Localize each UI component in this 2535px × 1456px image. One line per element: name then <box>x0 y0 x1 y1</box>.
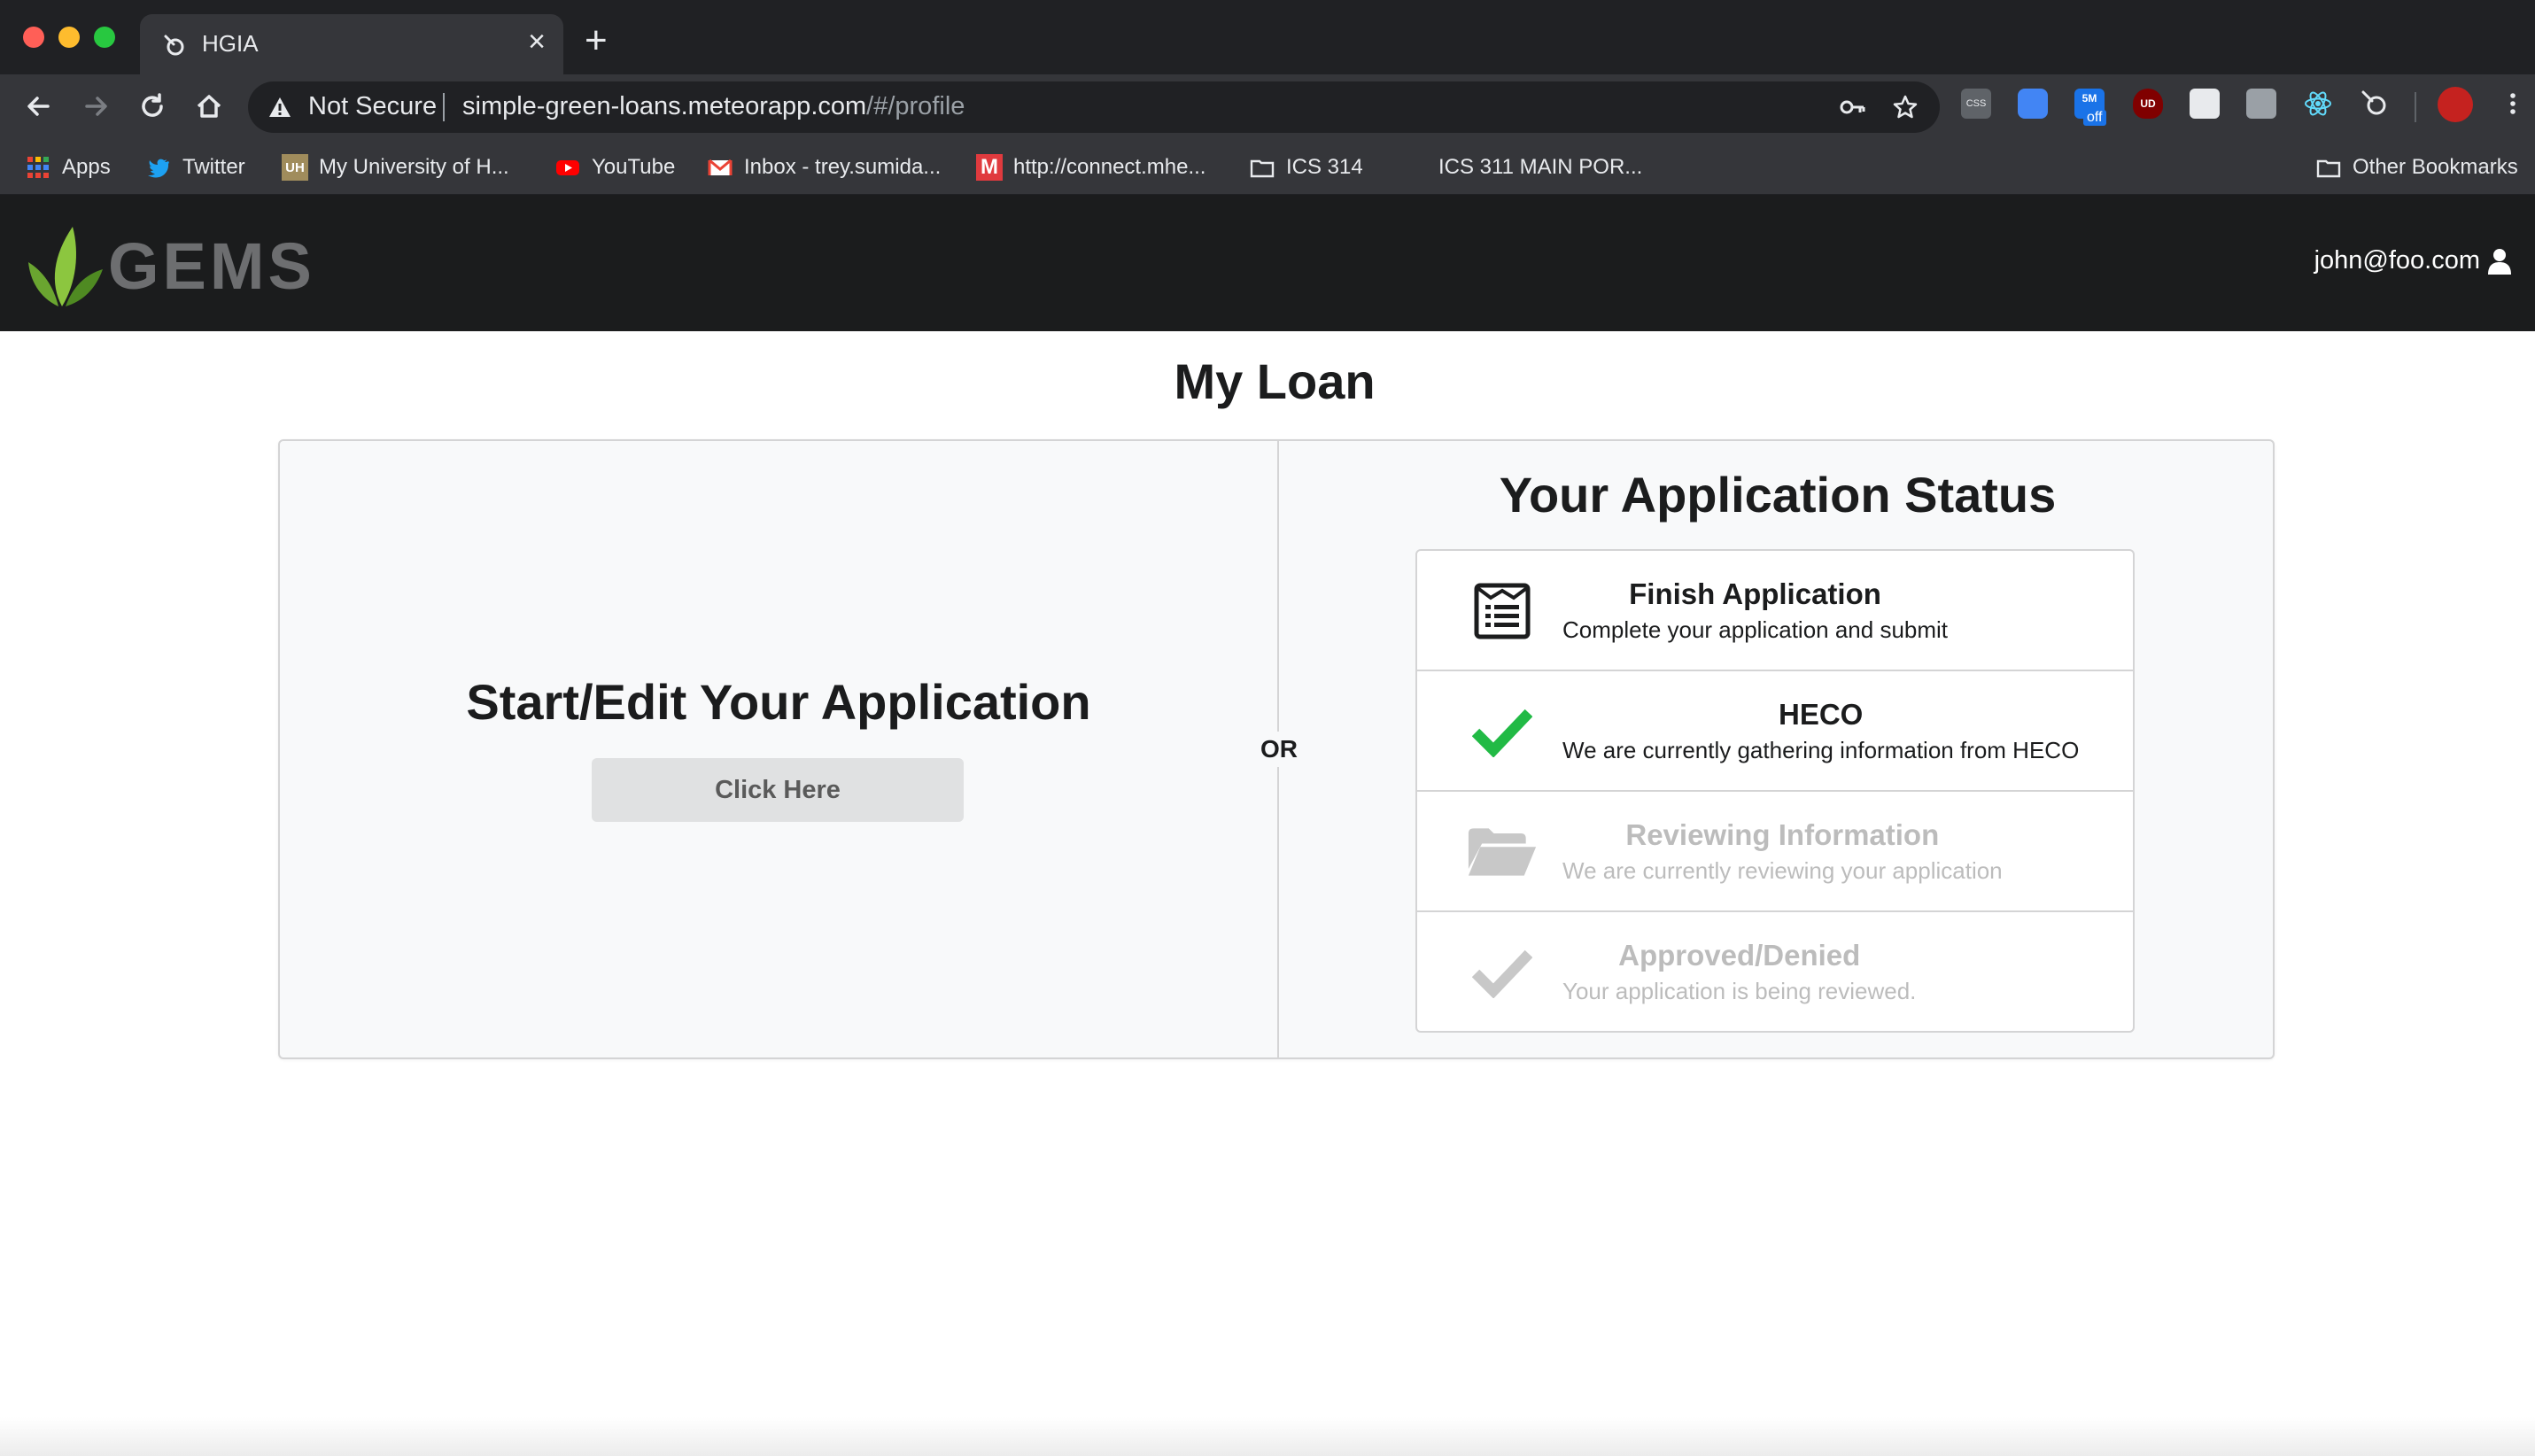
omnibox-separator <box>443 93 445 121</box>
close-window-button[interactable] <box>23 27 44 48</box>
step-description: Your application is being reviewed. <box>1562 978 1917 1004</box>
bottom-edge <box>0 1417 2535 1456</box>
browser-chrome: HGIA × + Not Secure simple-green-loans.m… <box>0 0 2535 195</box>
status-steps: Finish Application Complete your applica… <box>1415 549 2135 1033</box>
step-content: Reviewing Information We are currently r… <box>1562 818 2003 885</box>
step-title: Finish Application <box>1629 577 1881 610</box>
bookmark-inbox[interactable]: Inbox - trey.sumida... <box>707 152 941 182</box>
minimize-window-button[interactable] <box>58 27 80 48</box>
meteor-favicon-icon <box>164 35 184 56</box>
bookmark-label: http://connect.mhe... <box>1013 155 1206 179</box>
folder-icon <box>2316 159 2341 178</box>
step-reviewing-information: Reviewing Information We are currently r… <box>1417 792 2133 912</box>
bookmark-label: Twitter <box>182 155 245 179</box>
mail-extension-icon[interactable] <box>2190 89 2220 119</box>
bookmark-star-icon[interactable] <box>1892 94 1919 120</box>
tab-title: HGIA <box>202 30 259 57</box>
leaf-logo-icon <box>28 227 103 306</box>
bookmark-mcgraw-hill[interactable]: M http://connect.mhe... <box>976 152 1205 182</box>
check-icon <box>1467 941 1538 1004</box>
bookmark-label: ICS 314 <box>1286 155 1363 179</box>
mcgraw-hill-icon: M <box>976 154 1003 181</box>
url-text[interactable]: simple-green-loans.meteorapp.com/#/profi… <box>462 92 965 121</box>
tab-hgia[interactable]: HGIA × <box>140 14 563 74</box>
new-tab-button[interactable]: + <box>585 21 608 60</box>
bookmark-twitter[interactable]: Twitter <box>145 152 245 182</box>
warning-icon[interactable] <box>267 95 292 120</box>
url-path: /#/profile <box>866 92 965 120</box>
step-approved-denied: Approved/Denied Your application is bein… <box>1417 912 2133 1033</box>
tab-close-icon[interactable]: × <box>528 27 546 57</box>
step-content: HECO We are currently gathering informat… <box>1562 698 2079 764</box>
font-extension-icon[interactable] <box>2246 89 2276 119</box>
app-navbar: GEMS john@foo.com <box>0 195 2535 331</box>
bookmark-apps[interactable]: Apps <box>25 152 111 182</box>
address-bar[interactable]: Not Secure simple-green-loans.meteorapp.… <box>248 81 1940 133</box>
step-content: Approved/Denied Your application is bein… <box>1562 939 1916 1005</box>
step-description: We are currently gathering information f… <box>1562 737 2080 763</box>
user-menu[interactable]: john@foo.com <box>2314 246 2512 275</box>
bookmark-other[interactable]: Other Bookmarks <box>2315 152 2518 182</box>
page-title: My Loan <box>1174 353 1376 409</box>
step-description: We are currently reviewing your applicat… <box>1562 857 2003 884</box>
folder-icon <box>1250 159 1275 178</box>
browser-toolbar: Not Secure simple-green-loans.meteorapp.… <box>0 74 2535 140</box>
step-heco[interactable]: HECO We are currently gathering informat… <box>1417 671 2133 792</box>
application-status-heading: Your Application Status <box>1499 467 2057 523</box>
logo-text: GEMS <box>108 228 315 303</box>
back-icon[interactable] <box>21 89 57 124</box>
reload-icon[interactable] <box>135 89 170 124</box>
blank-page-icon <box>1401 154 1428 181</box>
loan-segment: Start/Edit Your Application Click Here O… <box>278 439 2275 1059</box>
bookmark-ics314[interactable]: ICS 314 <box>1249 152 1363 182</box>
uh-icon: UH <box>282 154 308 181</box>
key-icon[interactable] <box>1839 94 1865 120</box>
bookmarks-bar: Apps Twitter UH My University of H... Yo… <box>0 140 2535 195</box>
newspaper-icon <box>1467 579 1538 643</box>
user-icon <box>2488 248 2511 275</box>
css-extension-icon[interactable]: CSS <box>1961 89 1991 119</box>
meteor-devtools-icon[interactable] <box>2360 89 2390 119</box>
youtube-icon <box>556 160 579 175</box>
start-application-heading: Start/Edit Your Application <box>466 674 1091 730</box>
twitter-icon <box>148 159 169 178</box>
apps-grid-icon <box>27 157 49 178</box>
toolbar-separator <box>2415 92 2416 122</box>
gems-logo[interactable]: GEMS <box>23 221 315 310</box>
or-label: OR <box>1247 732 1311 767</box>
bookmark-label: YouTube <box>592 155 676 179</box>
bookmark-label: ICS 311 MAIN POR... <box>1438 155 1643 179</box>
react-devtools-icon[interactable] <box>2303 89 2333 119</box>
bookmark-label: Other Bookmarks <box>2353 155 2518 179</box>
home-icon[interactable] <box>191 89 227 124</box>
tab-strip: HGIA × + <box>0 0 2535 74</box>
check-icon <box>1467 700 1538 763</box>
step-title: HECO <box>1778 698 1864 731</box>
url-host: simple-green-loans.meteorapp.com <box>462 92 867 120</box>
ublock-extension-icon[interactable]: UD <box>2133 89 2163 119</box>
gmail-icon <box>708 159 733 175</box>
click-here-button[interactable]: Click Here <box>592 758 964 822</box>
not-secure-label[interactable]: Not Secure <box>308 92 437 121</box>
avatar[interactable] <box>2438 87 2473 122</box>
kebab-menu-icon[interactable] <box>2498 89 2528 119</box>
bookmark-label: Apps <box>62 155 111 179</box>
bookmark-ics311[interactable]: ICS 311 MAIN POR... <box>1401 152 1642 182</box>
bookmark-youtube[interactable]: YouTube <box>554 152 675 182</box>
bookmark-label: My University of H... <box>319 155 509 179</box>
forward-icon[interactable] <box>78 89 113 124</box>
bookmark-university[interactable]: UH My University of H... <box>282 152 509 182</box>
step-description: Complete your application and submit <box>1562 616 1949 643</box>
user-email: john@foo.com <box>2314 246 2480 275</box>
cloud-extension-icon[interactable] <box>2018 89 2048 119</box>
step-title: Reviewing Information <box>1625 818 1940 851</box>
maximize-window-button[interactable] <box>94 27 115 48</box>
extension-off-badge: off <box>2083 110 2106 126</box>
step-finish-application[interactable]: Finish Application Complete your applica… <box>1417 551 2133 671</box>
step-title: Approved/Denied <box>1618 939 1861 972</box>
folder-open-icon <box>1467 820 1538 884</box>
bookmark-label: Inbox - trey.sumida... <box>744 155 942 179</box>
step-content: Finish Application Complete your applica… <box>1562 577 1948 644</box>
